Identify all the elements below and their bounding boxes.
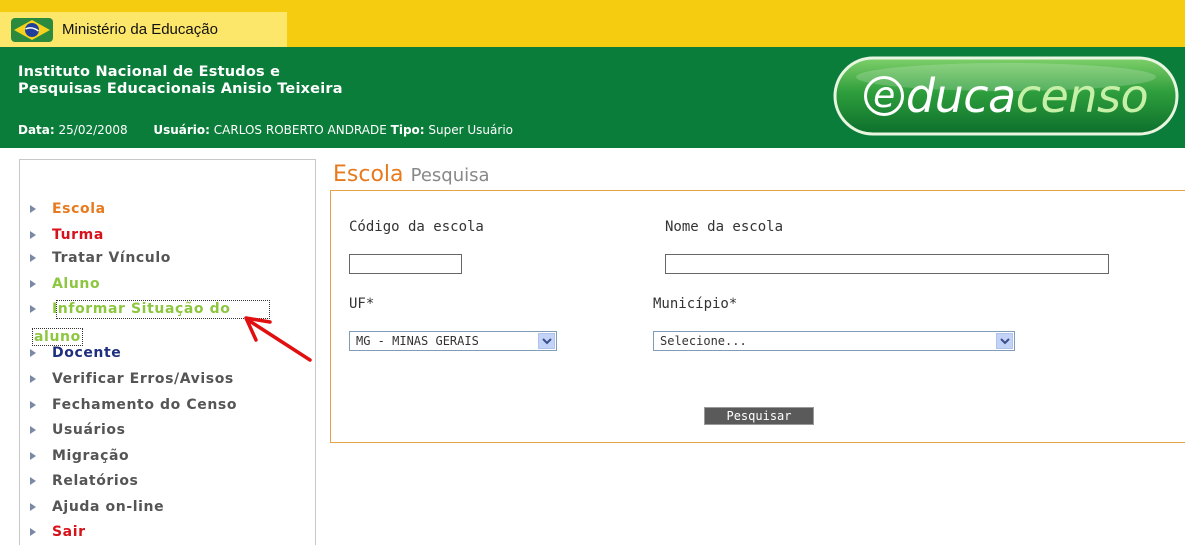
- sidebar-item-label: Informar Situação do: [52, 301, 231, 317]
- ministry-tab[interactable]: Ministério da Educação: [0, 12, 287, 47]
- codigo-label: Código da escola: [349, 219, 484, 235]
- sidebar-item-label: Tratar Vínculo: [52, 250, 171, 266]
- bullet-arrow-icon: [30, 280, 36, 288]
- municipio-select-value: Selecione...: [660, 334, 747, 348]
- sidebar-item-label: Fechamento do Censo: [52, 397, 238, 413]
- chevron-down-icon[interactable]: [996, 333, 1013, 349]
- site-header: Instituto Nacional de Estudos e Pesquisa…: [0, 47, 1185, 148]
- sidebar-item-ajuda[interactable]: Ajuda on-line: [30, 499, 164, 515]
- search-button[interactable]: Pesquisar: [704, 407, 814, 425]
- bullet-arrow-icon: [30, 254, 36, 262]
- sidebar-item-label: Verificar Erros/Avisos: [52, 371, 234, 387]
- sidebar-item-label-continuation[interactable]: aluno: [32, 328, 83, 346]
- government-top-bar: Ministério da Educação: [0, 0, 1185, 47]
- bullet-arrow-icon: [30, 452, 36, 460]
- institute-line-2: Pesquisas Educacionais Anisio Teixeira: [18, 81, 343, 97]
- uf-label: UF*: [349, 296, 375, 312]
- page-title: Escola Pesquisa: [333, 162, 490, 187]
- sidebar-item-sair[interactable]: Sair: [30, 524, 86, 540]
- sidebar-item-label: Relatórios: [52, 473, 139, 489]
- logo-text: e duca censo: [832, 55, 1180, 137]
- chevron-down-icon[interactable]: [538, 333, 555, 349]
- sidebar-item-tratar-vinculo[interactable]: Tratar Vínculo: [30, 250, 171, 266]
- sidebar-item-label: Sair: [52, 524, 86, 540]
- uf-select[interactable]: MG - MINAS GERAIS: [349, 331, 557, 351]
- nome-label: Nome da escola: [665, 219, 784, 235]
- sidebar-item-relatorios[interactable]: Relatórios: [30, 473, 139, 489]
- sidebar-item-label: Migração: [52, 448, 130, 464]
- sidebar-item-label: Turma: [52, 227, 104, 243]
- sidebar-item-usuarios[interactable]: Usuários: [30, 422, 126, 438]
- brazil-flag-icon: [10, 17, 54, 43]
- bullet-arrow-icon: [30, 349, 36, 357]
- logo-word-duca: duca: [905, 69, 1016, 123]
- page-title-main: Escola: [333, 162, 404, 187]
- institute-line-1: Instituto Nacional de Estudos e: [18, 64, 281, 80]
- type-label: Tipo:: [390, 123, 425, 137]
- institute-name: Instituto Nacional de Estudos e Pesquisa…: [18, 64, 343, 98]
- bullet-arrow-icon: [30, 528, 36, 536]
- sidebar-item-fechamento-censo[interactable]: Fechamento do Censo: [30, 397, 237, 413]
- nome-input[interactable]: [665, 254, 1109, 274]
- codigo-input[interactable]: [349, 254, 462, 274]
- user-label: Usuário:: [153, 123, 210, 137]
- user-value: CARLOS ROBERTO ANDRADE: [213, 123, 387, 137]
- ministry-label: Ministério da Educação: [62, 21, 218, 38]
- bullet-arrow-icon: [30, 205, 36, 213]
- uf-select-value: MG - MINAS GERAIS: [356, 334, 479, 348]
- sidebar-item-label: Ajuda on-line: [52, 499, 165, 515]
- bullet-arrow-icon: [30, 477, 36, 485]
- bullet-arrow-icon: [30, 231, 36, 239]
- date-label: Data:: [18, 123, 55, 137]
- session-info: Data: 25/02/2008 Usuário: CARLOS ROBERTO…: [18, 123, 513, 137]
- date-value: 25/02/2008: [58, 123, 128, 137]
- sidebar-item-migracao[interactable]: Migração: [30, 448, 129, 464]
- bullet-arrow-icon: [30, 503, 36, 511]
- logo-word-censo: censo: [1015, 69, 1149, 123]
- sidebar-item-label: Docente: [52, 345, 122, 361]
- bullet-arrow-icon: [30, 305, 36, 313]
- municipio-select[interactable]: Selecione...: [653, 331, 1015, 351]
- type-value: Super Usuário: [428, 123, 513, 137]
- logo-letter-e: e: [863, 76, 904, 116]
- sidebar-item-label: Usuários: [52, 422, 126, 438]
- sidebar-item-label: Escola: [52, 201, 106, 217]
- educacenso-logo: e duca censo: [832, 55, 1180, 137]
- sidebar-item-verificar-erros[interactable]: Verificar Erros/Avisos: [30, 371, 234, 387]
- bullet-arrow-icon: [30, 401, 36, 409]
- bullet-arrow-icon: [30, 426, 36, 434]
- sidebar-item-docente[interactable]: Docente: [30, 345, 121, 361]
- sidebar-item-aluno[interactable]: Aluno: [30, 276, 100, 292]
- annotation-arrow-icon: [244, 316, 312, 362]
- sidebar-item-label: Aluno: [52, 276, 101, 292]
- sidebar-item-escola[interactable]: Escola: [30, 201, 106, 217]
- page-title-sub: Pesquisa: [410, 165, 490, 186]
- bullet-arrow-icon: [30, 375, 36, 383]
- sidebar-item-informar-situacao[interactable]: Informar Situação do: [30, 301, 230, 317]
- municipio-label: Município*: [653, 296, 738, 312]
- sidebar-item-turma[interactable]: Turma: [30, 227, 104, 243]
